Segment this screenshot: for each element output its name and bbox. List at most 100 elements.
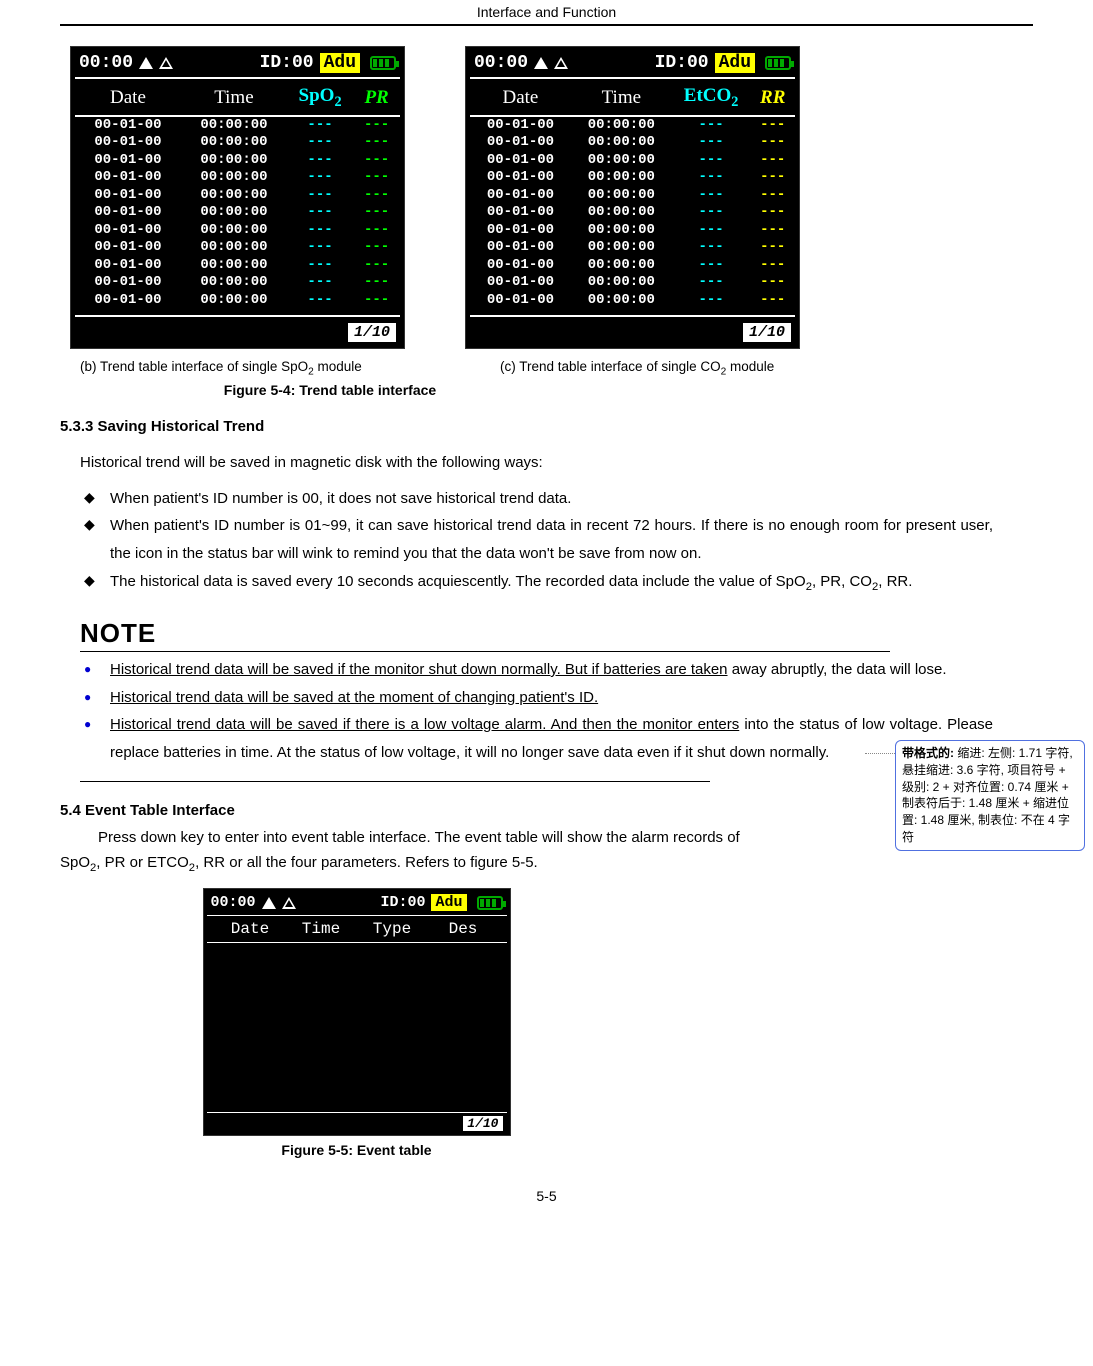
- event-table-header: Date Time Type Des: [207, 915, 507, 943]
- battery-icon: [765, 56, 791, 70]
- cell-date: 00-01-00: [470, 239, 571, 257]
- cell-time: 00:00:00: [181, 116, 287, 135]
- cell-date: 00-01-00: [75, 257, 181, 275]
- id-label: ID:00: [380, 894, 425, 911]
- cell-time: 00:00:00: [181, 239, 287, 257]
- cell-time: 00:00:00: [571, 169, 672, 187]
- table-row: 00-01-0000:00:00------: [470, 134, 795, 152]
- figure-5-4-caption: Figure 5-4: Trend table interface: [60, 382, 600, 398]
- cell-val2: ---: [353, 257, 400, 275]
- col-date: Date: [470, 81, 571, 116]
- page-header: Interface and Function: [60, 0, 1033, 26]
- cell-val2: ---: [353, 116, 400, 135]
- cell-val2: ---: [353, 222, 400, 240]
- event-monitor: 00:00 ID:00 Adu Date Time Type Des 1/10: [203, 888, 511, 1136]
- format-comment: 带格式的: 缩进: 左侧: 1.71 字符, 悬挂缩进: 3.6 字符, 项目符…: [895, 740, 1085, 851]
- cell-val2: ---: [750, 204, 795, 222]
- note-end-rule: [80, 781, 710, 782]
- cell-val2: ---: [750, 134, 795, 152]
- status-bar: 00:00 ID:00 Adu: [207, 892, 507, 913]
- cell-date: 00-01-00: [470, 134, 571, 152]
- paging-badge: 1/10: [463, 1116, 502, 1131]
- paging-badge: 1/10: [348, 323, 396, 342]
- battery-icon: [477, 896, 503, 910]
- cell-val2: ---: [750, 292, 795, 310]
- cell-date: 00-01-00: [75, 169, 181, 187]
- table-row: 00-01-0000:00:00------: [470, 116, 795, 135]
- cell-time: 00:00:00: [181, 187, 287, 205]
- cell-time: 00:00:00: [571, 152, 672, 170]
- status-bar: 00:00 ID:00 Adu: [470, 51, 795, 75]
- cell-time: 00:00:00: [571, 187, 672, 205]
- note-list: Historical trend data will be saved if t…: [80, 656, 1033, 767]
- event-footer: 1/10: [207, 1112, 507, 1132]
- table-row: 00-01-0000:00:00------: [470, 257, 795, 275]
- cell-val1: ---: [672, 116, 751, 135]
- cell-date: 00-01-00: [75, 274, 181, 292]
- comment-connector: [865, 753, 895, 754]
- cell-val1: ---: [672, 222, 751, 240]
- diamond-list: When patient's ID number is 00, it does …: [80, 485, 1033, 598]
- col-date: Date: [75, 81, 181, 116]
- cell-val1: ---: [287, 116, 353, 135]
- table-row: 00-01-0000:00:00------: [470, 222, 795, 240]
- col-date: Date: [215, 920, 286, 938]
- table-row: 00-01-0000:00:00------: [470, 204, 795, 222]
- section-5-4-text: Press down key to enter into event table…: [60, 825, 993, 879]
- cell-val1: ---: [287, 239, 353, 257]
- col-time: Time: [181, 81, 287, 116]
- cell-val1: ---: [287, 187, 353, 205]
- cell-time: 00:00:00: [181, 152, 287, 170]
- cell-val2: ---: [353, 239, 400, 257]
- caption-b: (b) Trend table interface of single SpO2…: [80, 359, 460, 378]
- cell-date: 00-01-00: [470, 152, 571, 170]
- cell-val1: ---: [287, 134, 353, 152]
- col-spo2: SpO2: [287, 81, 353, 116]
- cell-val1: ---: [672, 169, 751, 187]
- cell-val2: ---: [750, 257, 795, 275]
- status-time: 00:00: [79, 53, 133, 73]
- cell-val1: ---: [672, 134, 751, 152]
- cell-date: 00-01-00: [470, 222, 571, 240]
- status-time: 00:00: [211, 894, 256, 911]
- col-rr: RR: [750, 81, 795, 116]
- monitor-footer: 1/10: [470, 315, 795, 344]
- cell-time: 00:00:00: [181, 134, 287, 152]
- table-row: 00-01-0000:00:00------: [470, 274, 795, 292]
- table-row: 00-01-0000:00:00------: [75, 239, 400, 257]
- cell-time: 00:00:00: [571, 257, 672, 275]
- adu-badge: Adu: [715, 53, 755, 73]
- cell-date: 00-01-00: [75, 239, 181, 257]
- alarm-outline-icon: [159, 57, 173, 69]
- table-row: 00-01-0000:00:00------: [470, 239, 795, 257]
- cell-val2: ---: [750, 152, 795, 170]
- comment-text: 缩进: 左侧: 1.71 字符, 悬挂缩进: 3.6 字符, 项目符号 + 级别…: [902, 746, 1073, 844]
- battery-icon: [370, 56, 396, 70]
- cell-val1: ---: [672, 187, 751, 205]
- table-row: 00-01-0000:00:00------: [470, 169, 795, 187]
- table-row: 00-01-0000:00:00------: [75, 222, 400, 240]
- col-pr: PR: [353, 81, 400, 116]
- cell-val2: ---: [353, 204, 400, 222]
- cell-date: 00-01-00: [75, 152, 181, 170]
- paging-badge: 1/10: [743, 323, 791, 342]
- heading-5-4: 5.4 Event Table Interface: [60, 802, 1033, 819]
- cell-time: 00:00:00: [571, 204, 672, 222]
- col-des: Des: [428, 920, 499, 938]
- cell-val1: ---: [287, 257, 353, 275]
- cell-val1: ---: [287, 152, 353, 170]
- cell-val1: ---: [672, 257, 751, 275]
- cell-date: 00-01-00: [75, 222, 181, 240]
- comment-label: 带格式的:: [902, 746, 954, 760]
- cell-val2: ---: [750, 222, 795, 240]
- cell-date: 00-01-00: [75, 292, 181, 310]
- cell-val1: ---: [287, 274, 353, 292]
- cell-time: 00:00:00: [181, 274, 287, 292]
- col-type: Type: [357, 920, 428, 938]
- table-row: 00-01-0000:00:00------: [75, 204, 400, 222]
- col-time: Time: [571, 81, 672, 116]
- table-row: 00-01-0000:00:00------: [75, 187, 400, 205]
- col-etco2: EtCO2: [672, 81, 751, 116]
- table-row: 00-01-0000:00:00------: [75, 152, 400, 170]
- table-row: 00-01-0000:00:00------: [75, 274, 400, 292]
